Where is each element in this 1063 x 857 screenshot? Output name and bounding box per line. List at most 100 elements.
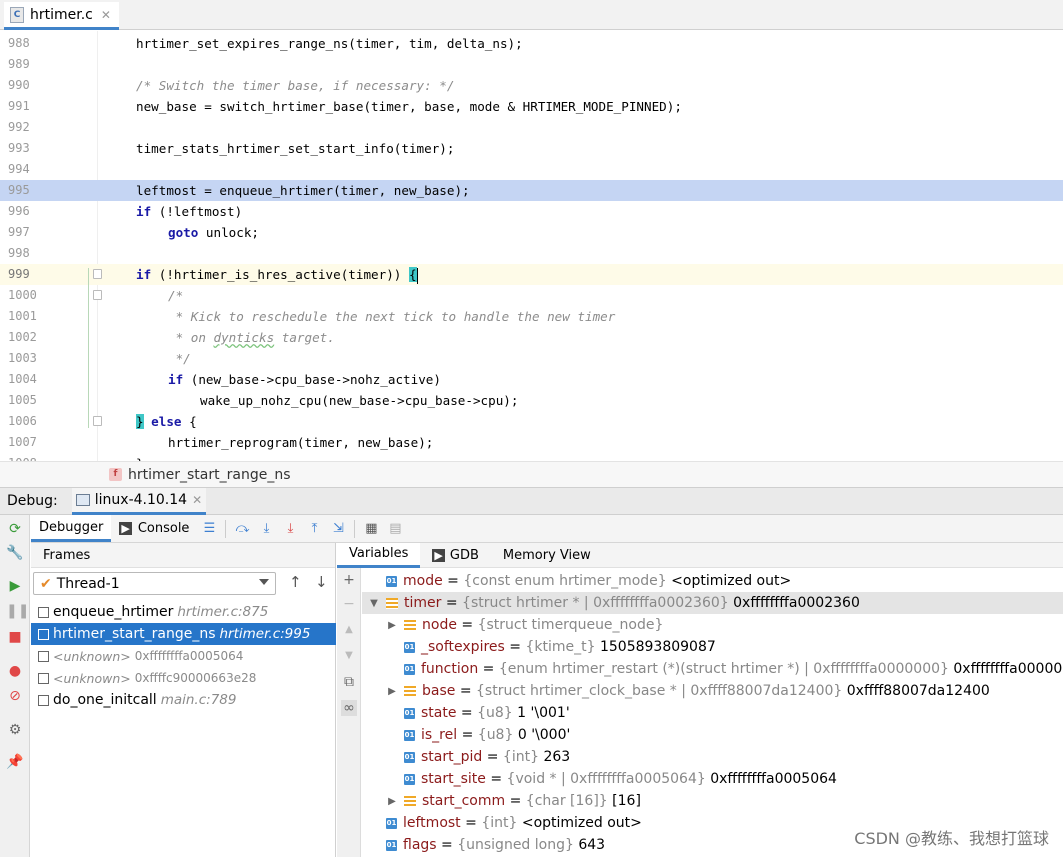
tab-label: hrtimer.c [30, 6, 93, 23]
variable-row[interactable]: 01 mode = {const enum hrtimer_mode} <opti… [362, 570, 1063, 592]
code-line[interactable]: 1004 if (new_base->cpu_base->nohz_active) [0, 369, 1063, 390]
glasses-icon[interactable]: ∞ [341, 700, 357, 716]
fold-marker-icon[interactable] [93, 269, 102, 279]
variable-row[interactable]: 01 state = {u8} 1 '\001' [362, 702, 1063, 724]
thread-select[interactable]: ✔ Thread-1 [33, 572, 276, 595]
variable-name: function [421, 661, 479, 677]
copy-icon[interactable]: ⧉ [341, 674, 357, 690]
code-line[interactable]: 1003 */ [0, 348, 1063, 369]
close-icon[interactable]: ✕ [192, 493, 202, 507]
variable-row[interactable]: 01 is_rel = {u8} 0 '\000' [362, 724, 1063, 746]
run-to-cursor-icon[interactable]: ⇲ [331, 521, 345, 536]
tab-console[interactable]: ▶ Console [111, 515, 197, 542]
arrow-down-icon[interactable]: ↓ [315, 573, 328, 591]
primitive-value-icon: 01 [404, 773, 415, 785]
variable-row[interactable]: ▶ node = {struct timerqueue_node} [362, 614, 1063, 636]
variable-name: flags [403, 837, 437, 853]
code-line[interactable]: 1005 wake_up_nohz_cpu(new_base->cpu_base-… [0, 390, 1063, 411]
trace-table-icon[interactable]: ▤ [388, 521, 402, 536]
code-line[interactable]: 990 /* Switch the timer base, if necessar… [0, 75, 1063, 96]
step-over-icon[interactable]: ⤼ [235, 521, 249, 536]
code-line[interactable]: 996 if (!leftmost) [0, 201, 1063, 222]
code-text: } else { [136, 414, 197, 429]
code-text: if (new_base->cpu_base->nohz_active) [168, 372, 441, 387]
tab-gdb[interactable]: ▶ GDB [420, 543, 490, 568]
gear-icon[interactable]: ⚙ [6, 721, 24, 739]
stack-frame[interactable]: do_one_initcall main.c:789 [31, 689, 336, 711]
stop-icon[interactable]: ■ [6, 628, 24, 646]
code-line[interactable]: 999 if (!hrtimer_is_hres_active(timer)) { [0, 264, 1063, 285]
code-line[interactable]: 1002 * on dynticks target. [0, 327, 1063, 348]
code-text: hrtimer_reprogram(timer, new_base); [168, 435, 434, 450]
tab-variables[interactable]: Variables [337, 542, 421, 568]
chevron-down-icon[interactable]: ▼ [368, 598, 380, 609]
code-text: hrtimer_set_expires_range_ns(timer, tim,… [136, 36, 523, 51]
code-line[interactable]: 1000 /* [0, 285, 1063, 306]
code-line[interactable]: 988 hrtimer_set_expires_range_ns(timer, t… [0, 33, 1063, 54]
variable-row[interactable]: ▼ timer = {struct hrtimer * | 0xffffffffa… [362, 592, 1063, 614]
step-out-icon[interactable]: ⤒ [307, 521, 321, 536]
stack-frame[interactable]: <unknown> 0xffffffffa0005064 [31, 645, 336, 667]
close-icon[interactable]: ✕ [101, 8, 111, 22]
code-text: if (!hrtimer_is_hres_active(timer)) { [136, 267, 418, 284]
variable-name: start_comm [422, 793, 506, 809]
tab-debugger[interactable]: Debugger [31, 515, 112, 542]
equals-sign: = [456, 705, 478, 721]
variable-row[interactable]: ▶ base = {struct hrtimer_clock_base * | 0… [362, 680, 1063, 702]
breadcrumb: f hrtimer_start_range_ns [0, 461, 1063, 487]
pin-icon[interactable]: 📌 [6, 753, 24, 771]
mute-breakpoints-icon[interactable]: ⊘ [6, 687, 24, 705]
variable-row[interactable]: 01 function = {enum hrtimer_restart (*)(s… [362, 658, 1063, 680]
chevron-right-icon[interactable]: ▶ [386, 620, 398, 631]
variable-row[interactable]: 01 _softexpires = {ktime_t} 1505893809087 [362, 636, 1063, 658]
pause-icon[interactable]: ❚❚ [6, 602, 29, 620]
code-line[interactable]: 998 [0, 243, 1063, 264]
resume-icon[interactable]: ▶ [6, 577, 24, 595]
tab-memory-view[interactable]: Memory View [491, 543, 603, 568]
frame-function: <unknown> [53, 648, 131, 664]
stack-frame[interactable]: enqueue_hrtimer hrtimer.c:875 [31, 601, 336, 623]
code-text: wake_up_nohz_cpu(new_base->cpu_base->cpu… [200, 393, 519, 408]
menu-lines-icon[interactable]: ☰ [202, 521, 216, 536]
step-into-icon[interactable]: ⤓ [259, 521, 273, 536]
code-line[interactable]: 992 [0, 117, 1063, 138]
move-up-icon[interactable]: ▲ [341, 622, 357, 638]
variable-value: 0 '\000' [517, 727, 571, 743]
code-line[interactable]: 994 [0, 159, 1063, 180]
line-number: 1005 [8, 393, 37, 407]
rerun-icon[interactable]: ⟳ [6, 520, 24, 538]
fold-marker-icon[interactable] [93, 416, 102, 426]
breadcrumb-function[interactable]: hrtimer_start_range_ns [128, 467, 291, 483]
debugger-toolbar: Debugger ▶ Console ☰ ⤼ ⤓ ⤓ ⤒ ⇲ ▦ ▤ [31, 515, 1063, 543]
remove-icon[interactable]: − [341, 596, 357, 612]
frame-address: 0xffffffffa0005064 [134, 649, 244, 663]
tab-hrtimer-c[interactable]: C hrtimer.c ✕ [4, 2, 119, 30]
add-icon[interactable]: + [341, 572, 357, 588]
debug-session-tab[interactable]: linux-4.10.14 ✕ [71, 487, 207, 515]
code-line[interactable]: 1006} else { [0, 411, 1063, 432]
evaluate-table-icon[interactable]: ▦ [364, 521, 378, 536]
primitive-value-icon: 01 [404, 751, 415, 763]
view-breakpoints-icon[interactable]: ● [6, 662, 24, 680]
code-line[interactable]: 995 leftmost = enqueue_hrtimer(timer, new… [0, 180, 1063, 201]
force-step-into-icon[interactable]: ⤓ [283, 521, 297, 536]
variable-row[interactable]: 01 start_site = {void * | 0xffffffffa0005… [362, 768, 1063, 790]
stack-frame[interactable]: <unknown> 0xffffc90000663e28 [31, 667, 336, 689]
move-down-icon[interactable]: ▼ [341, 648, 357, 664]
code-line[interactable]: 989 [0, 54, 1063, 75]
code-line[interactable]: 991 new_base = switch_hrtimer_base(timer,… [0, 96, 1063, 117]
code-line[interactable]: 997 goto unlock; [0, 222, 1063, 243]
code-line[interactable]: 1007 hrtimer_reprogram(timer, new_base); [0, 432, 1063, 453]
arrow-up-icon[interactable]: ↑ [289, 573, 302, 591]
variable-row[interactable]: 01 start_pid = {int} 263 [362, 746, 1063, 768]
settings-wrench-icon[interactable]: 🔧 [6, 544, 24, 562]
chevron-right-icon[interactable]: ▶ [386, 796, 398, 807]
chevron-right-icon[interactable]: ▶ [386, 686, 398, 697]
code-line[interactable]: 993 timer_stats_hrtimer_set_start_info(ti… [0, 138, 1063, 159]
stack-frame[interactable]: hrtimer_start_range_ns hrtimer.c:995 [31, 623, 336, 645]
code-editor[interactable]: 988 hrtimer_set_expires_range_ns(timer, t… [0, 31, 1063, 461]
code-line[interactable]: 1008} [0, 453, 1063, 461]
code-line[interactable]: 1001 * Kick to reschedule the next tick … [0, 306, 1063, 327]
fold-marker-icon[interactable] [93, 290, 102, 300]
variable-row[interactable]: ▶ start_comm = {char [16]} [16] [362, 790, 1063, 812]
